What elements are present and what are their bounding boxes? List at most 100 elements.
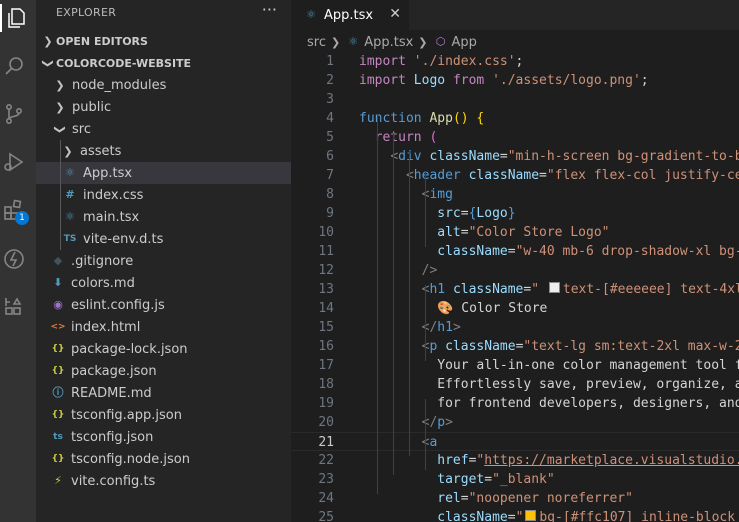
tree-item-label: node_modules (72, 77, 167, 93)
tree-item[interactable]: {} tsconfig.app.json (36, 404, 295, 426)
code-token: "flex flex-col justify-cen (546, 168, 739, 183)
chevron-right-icon: ❯ (330, 35, 341, 49)
code-line[interactable]: 2 import Logo from './assets/logo.png'; (291, 71, 739, 90)
code-text: import './index.css'; (359, 52, 523, 71)
code-line[interactable]: 13 <h1 className=" text-[#eeeeee] text-4… (291, 280, 739, 299)
cube-icon: ⬡ (435, 35, 446, 48)
source-control-icon[interactable] (0, 100, 28, 128)
tree-item[interactable]: {} package-lock.json (36, 338, 295, 360)
project-section[interactable]: ❯ COLORCODE-WEBSITE (36, 52, 291, 74)
json-icon: {} (51, 454, 65, 464)
code-token: 🎨 Color Store (437, 301, 548, 316)
code-token: return (374, 130, 430, 145)
line-number: 9 (326, 206, 334, 221)
tree-item[interactable]: # index.css (36, 184, 303, 206)
code-line[interactable]: 11 className="w-40 mb-6 drop-shadow-xl b… (291, 242, 739, 261)
tab-app-tsx[interactable]: ⚛ App.tsx ✕ (291, 0, 409, 30)
code-line[interactable]: 18 Effortlessly save, preview, organize,… (291, 375, 739, 394)
code-line[interactable]: 17 Your all-in-one color management tool… (291, 356, 739, 375)
tree-item[interactable]: ❯ public (36, 96, 295, 118)
tree-item[interactable]: ⓘ README.md (36, 382, 295, 404)
testing-icon[interactable] (0, 293, 28, 321)
code-token: className (437, 244, 508, 259)
code-editor[interactable]: 1 import './index.css'; 2 import Logo from … (291, 52, 739, 522)
code-line[interactable]: 20 </p> (291, 413, 739, 432)
code-line[interactable]: 14 🎨 Color Store (291, 299, 739, 318)
tree-item[interactable]: ❯ src (36, 118, 295, 140)
tree-item[interactable]: <> index.html (36, 316, 295, 338)
open-editors-section[interactable]: ❯ OPEN EDITORS (36, 30, 291, 52)
code-line[interactable]: 4 function App() { (291, 109, 739, 128)
code-line[interactable]: 3 (291, 90, 739, 109)
line-number: 22 (318, 453, 334, 468)
tree-item[interactable]: ⚡ vite.config.ts (36, 470, 295, 492)
code-line[interactable]: 25 className=" bg-[#ffc107] inline-block (291, 508, 739, 522)
code-line[interactable]: 22 href="https://marketplace.visualstudi… (291, 451, 739, 470)
chevron-right-icon: ❯ (418, 35, 428, 49)
line-number: 13 (318, 282, 334, 297)
tree-item-label: package.json (71, 363, 157, 379)
code-line[interactable]: 23 target="_blank" (291, 470, 739, 489)
code-line[interactable]: 9 src={Logo} (291, 204, 739, 223)
code-line[interactable]: 12 /> (291, 261, 739, 280)
tree-item[interactable]: ⬇ colors.md (36, 272, 295, 294)
code-token: target (437, 472, 485, 487)
indent-guide (409, 152, 410, 456)
code-line[interactable]: 7 <header className="flex flex-col justi… (291, 166, 739, 185)
line-number: 8 (326, 187, 334, 202)
line-number: 25 (318, 510, 334, 522)
code-text: return ( (359, 128, 438, 147)
code-line[interactable]: 5 return ( (291, 128, 739, 147)
more-actions-button[interactable]: ··· (262, 0, 277, 19)
breadcrumb-item[interactable]: src (307, 35, 326, 50)
code-line[interactable]: 8 <img (291, 185, 739, 204)
code-line[interactable]: 24 rel="noopener noreferrer" (291, 489, 739, 508)
code-line[interactable]: 10 alt="Color Store Logo" (291, 223, 739, 242)
explorer-icon[interactable] (4, 4, 32, 32)
code-token: a (429, 435, 438, 450)
code-line[interactable]: 21 <a (291, 432, 739, 451)
tree-item[interactable]: ◆ .gitignore (36, 250, 295, 272)
tree-item[interactable]: TS vite-env.d.ts (36, 228, 303, 250)
tree-item[interactable]: {} tsconfig.node.json (36, 448, 295, 470)
tree-item-label: README.md (71, 385, 152, 401)
code-token: } (507, 206, 516, 221)
code-line[interactable]: 6 <div className="min-h-screen bg-gradie… (291, 147, 739, 166)
tree-item[interactable]: ❯ assets (36, 140, 303, 162)
close-icon[interactable]: ✕ (389, 6, 401, 22)
line-number: 15 (318, 320, 334, 335)
breadcrumb-item[interactable]: App (452, 35, 477, 50)
sidebar-title: EXPLORER (56, 6, 117, 19)
code-token: p (437, 415, 446, 430)
tree-item[interactable]: ◉ eslint.config.js (36, 294, 295, 316)
code-text: /> (359, 261, 438, 280)
explorer-sidebar: EXPLORER ··· ❯ OPEN EDITORS ❯ COLORCODE-… (36, 0, 303, 522)
tree-item[interactable]: ts tsconfig.json (36, 426, 295, 448)
code-line[interactable]: 19 for frontend developers, designers, a… (291, 394, 739, 413)
code-token: './index.css' (413, 54, 516, 69)
tree-item[interactable]: ❯ node_modules (36, 74, 295, 96)
code-line[interactable]: 15 </h1> (291, 318, 739, 337)
open-editors-label: OPEN EDITORS (56, 34, 148, 48)
code-line[interactable]: 16 <p className="text-lg sm:text-2xl max… (291, 337, 739, 356)
code-token: Logo (413, 73, 453, 88)
tree-item[interactable]: ⚛ App.tsx (36, 162, 303, 184)
remote-icon[interactable] (0, 245, 28, 273)
tree-item[interactable]: ⚛ main.tsx (36, 206, 303, 228)
color-swatch-icon[interactable] (525, 510, 537, 521)
code-line[interactable]: 1 import './index.css'; (291, 52, 739, 71)
tree-item[interactable]: {} package.json (36, 360, 295, 382)
search-icon[interactable] (0, 52, 28, 80)
color-swatch-icon[interactable] (548, 282, 560, 293)
line-number: 12 (318, 263, 334, 278)
code-text: alt="Color Store Logo" (359, 223, 609, 242)
breadcrumb-item[interactable]: App.tsx (364, 35, 413, 50)
tree-item-label: vite.config.ts (71, 473, 156, 489)
run-debug-icon[interactable] (0, 148, 28, 176)
line-number: 6 (326, 149, 334, 164)
code-token: from (452, 73, 493, 88)
